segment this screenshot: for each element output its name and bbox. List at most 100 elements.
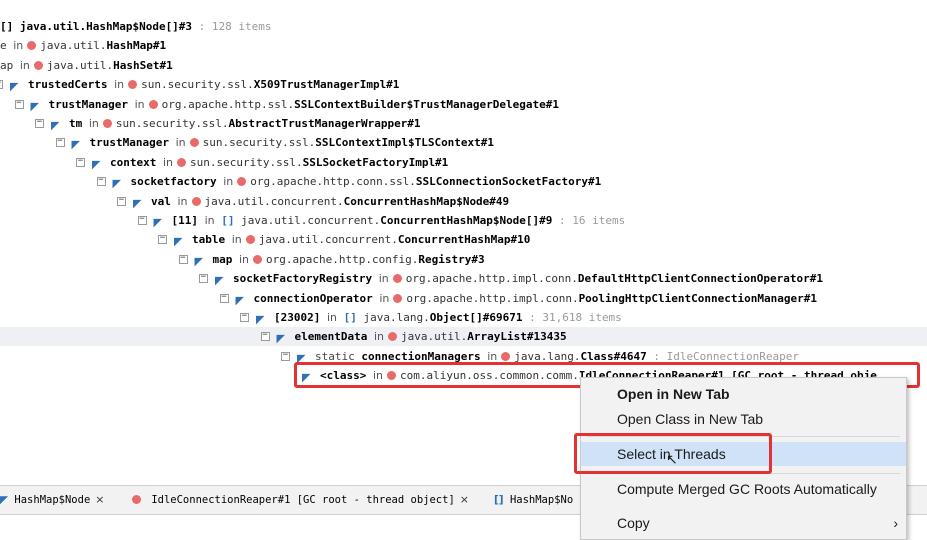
collapse-toggle-icon[interactable] <box>0 80 3 90</box>
object-icon <box>148 99 158 109</box>
tree-row[interactable]: e in java.util.HashMap#1 <box>0 36 927 55</box>
tree-row[interactable]: ◤ tm in sun.security.ssl.AbstractTrustMana… <box>0 114 927 133</box>
submenu-arrow-icon: › <box>893 515 898 531</box>
field-name: socketFactoryRegistry <box>233 272 373 286</box>
collapse-toggle-icon[interactable] <box>260 332 270 342</box>
in-keyword: in <box>114 78 125 92</box>
reference-arrow-icon: ◤ <box>71 138 81 152</box>
class-name: DefaultHttpClientConnectionOperator#1 <box>577 272 823 286</box>
field-name: tm <box>69 117 83 130</box>
object-icon <box>191 196 201 206</box>
in-keyword: in <box>487 349 498 363</box>
class-name: HashMap#1 <box>106 39 167 53</box>
tree-row[interactable]: ◤ context in sun.security.ssl.SSLSocketFac… <box>0 153 927 172</box>
static-modifier: static <box>315 349 362 363</box>
collapse-toggle-icon[interactable] <box>199 274 208 284</box>
class-name: Class#4647 <box>580 349 647 363</box>
collapse-toggle-icon[interactable] <box>35 119 44 128</box>
tree-row-text: context in sun.security.ssl.SSLSocketFact… <box>110 153 448 172</box>
tree-row[interactable]: ◤ [23002] in [] java.lang.Object[]#69671 … <box>0 308 927 327</box>
in-keyword: in <box>379 291 390 305</box>
object-icon <box>392 274 402 284</box>
class-name: SSLContextBuilder$TrustManagerDelegate#1 <box>294 97 559 111</box>
reference-arrow-icon: ◤ <box>276 332 286 346</box>
tree-row[interactable]: [] java.util.HashMap$Node[]#3 : 128 item… <box>0 17 927 36</box>
array-type-label: [] java.util.HashMap$Node[]#3 <box>0 20 193 33</box>
close-icon[interactable]: × <box>460 493 469 506</box>
tree-row-text: map in org.apache.http.config.Registry#3 <box>213 250 485 269</box>
tree-row-text: connectionOperator in org.apache.http.imp… <box>254 289 817 308</box>
in-keyword: in <box>19 58 30 72</box>
package-name: sun.security.ssl. <box>202 136 316 150</box>
package-name: org.apache.http.ssl. <box>161 97 295 111</box>
collapse-toggle-icon[interactable] <box>240 313 249 322</box>
close-icon[interactable]: × <box>95 493 104 506</box>
object-icon <box>253 254 263 264</box>
menu-item-open-in-new-tab[interactable]: Open in New Tab <box>581 382 906 406</box>
object-icon <box>189 138 199 148</box>
collapse-toggle-icon[interactable] <box>281 351 290 361</box>
tab-hashmap-no[interactable]: [] HashMap$No <box>494 486 573 514</box>
package-name: java.util.concurrent. <box>258 233 398 247</box>
collapse-toggle-icon[interactable] <box>96 177 106 187</box>
tree-row[interactable]: ap in java.util.HashSet#1 <box>0 56 927 75</box>
package-name: org.apache.http.impl.conn. <box>405 272 578 286</box>
field-name: trustManager <box>89 136 169 150</box>
class-name: PoolingHttpClientConnectionManager#1 <box>578 291 817 305</box>
package-name: sun.security.ssl. <box>190 155 303 169</box>
collapse-toggle-icon[interactable] <box>178 254 188 264</box>
package-name: sun.security.ssl. <box>141 78 254 92</box>
tree-row-text: socketfactory in org.apache.http.conn.ssl… <box>131 172 602 191</box>
menu-item-open-class-in-new-tab[interactable]: Open Class in New Tab <box>581 407 906 431</box>
field-name: trustManager <box>48 97 128 111</box>
item-count: : IdleConnectionReaper <box>646 349 800 363</box>
collapse-toggle-icon[interactable] <box>76 157 85 167</box>
reference-arrow-icon: ◤ <box>133 196 142 210</box>
in-keyword: in <box>204 214 215 227</box>
collapse-toggle-icon[interactable] <box>117 196 126 206</box>
in-keyword: in <box>134 97 145 111</box>
collapse-toggle-icon[interactable] <box>219 293 229 303</box>
tree-row[interactable]: ◤ elementData in java.util.ArrayList#13435 <box>0 327 927 347</box>
collapse-toggle-icon[interactable] <box>55 138 65 148</box>
tree-row[interactable]: ◤ map in org.apache.http.config.Registry#3 <box>0 250 927 269</box>
in-keyword: in <box>88 117 99 130</box>
tree-row[interactable]: ◤ socketfactory in org.apache.http.conn.ss… <box>0 172 927 191</box>
tree-row[interactable]: ◤ connectionOperator in org.apache.http.im… <box>0 289 927 308</box>
tree-row-text: val in java.util.concurrent.ConcurrentHas… <box>151 192 509 211</box>
package-name: java.util. <box>46 58 114 72</box>
tree-row[interactable]: ◤ socketFactoryRegistry in org.apache.http… <box>0 269 927 288</box>
tree-row[interactable]: ◤ trustManager in sun.security.ssl.SSLCont… <box>0 133 927 152</box>
collapse-toggle-icon[interactable] <box>158 235 167 245</box>
in-keyword: in <box>231 233 242 247</box>
field-name: trustedCerts <box>28 78 108 92</box>
field-name: val <box>151 194 171 208</box>
tree-row[interactable]: ◤ trustedCerts in sun.security.ssl.X509Tru… <box>0 75 927 94</box>
tree-row-text: trustedCerts in sun.security.ssl.X509Trus… <box>28 75 399 94</box>
object-icon <box>128 80 138 90</box>
object-icon <box>132 495 141 504</box>
collapse-toggle-icon[interactable] <box>14 99 24 109</box>
tree-row[interactable]: ◤ trustManager in org.apache.http.ssl.SSLC… <box>0 95 927 114</box>
in-keyword: in <box>177 194 188 208</box>
object-icon <box>245 235 255 245</box>
array-icon: [] <box>337 311 364 324</box>
field-name-truncated: e <box>0 39 7 53</box>
tab-hashmap-node[interactable]: ◤ HashMap$Node × <box>0 486 104 514</box>
tree-row[interactable]: ◤ val in java.util.concurrent.ConcurrentHa… <box>0 192 927 211</box>
reference-arrow-icon: ◤ <box>153 216 163 229</box>
menu-item-copy[interactable]: Copy › <box>581 511 906 535</box>
object-icon <box>501 351 511 361</box>
in-keyword: in <box>223 175 234 189</box>
tree-row[interactable]: ◤ table in java.util.concurrent.Concurrent… <box>0 230 927 249</box>
menu-item-compute-merged-gc-roots[interactable]: Compute Merged GC Roots Automatically <box>581 477 906 501</box>
tree-row-text: [] java.util.HashMap$Node[]#3 : 128 item… <box>0 17 272 36</box>
tab-idle-connection-reaper[interactable]: IdleConnectionReaper#1 [GC root - thread… <box>128 486 469 514</box>
package-name: org.apache.http.config. <box>266 252 419 266</box>
tree-row[interactable]: ◤ [11] in [] java.util.concurrent.Concurr… <box>0 211 927 230</box>
collapse-toggle-icon[interactable] <box>137 216 147 225</box>
object-icon <box>177 157 187 167</box>
tree-row-text: ap in java.util.HashSet#1 <box>0 56 173 75</box>
field-name: context <box>110 155 157 169</box>
tree-row-text: e in java.util.HashMap#1 <box>0 36 166 55</box>
